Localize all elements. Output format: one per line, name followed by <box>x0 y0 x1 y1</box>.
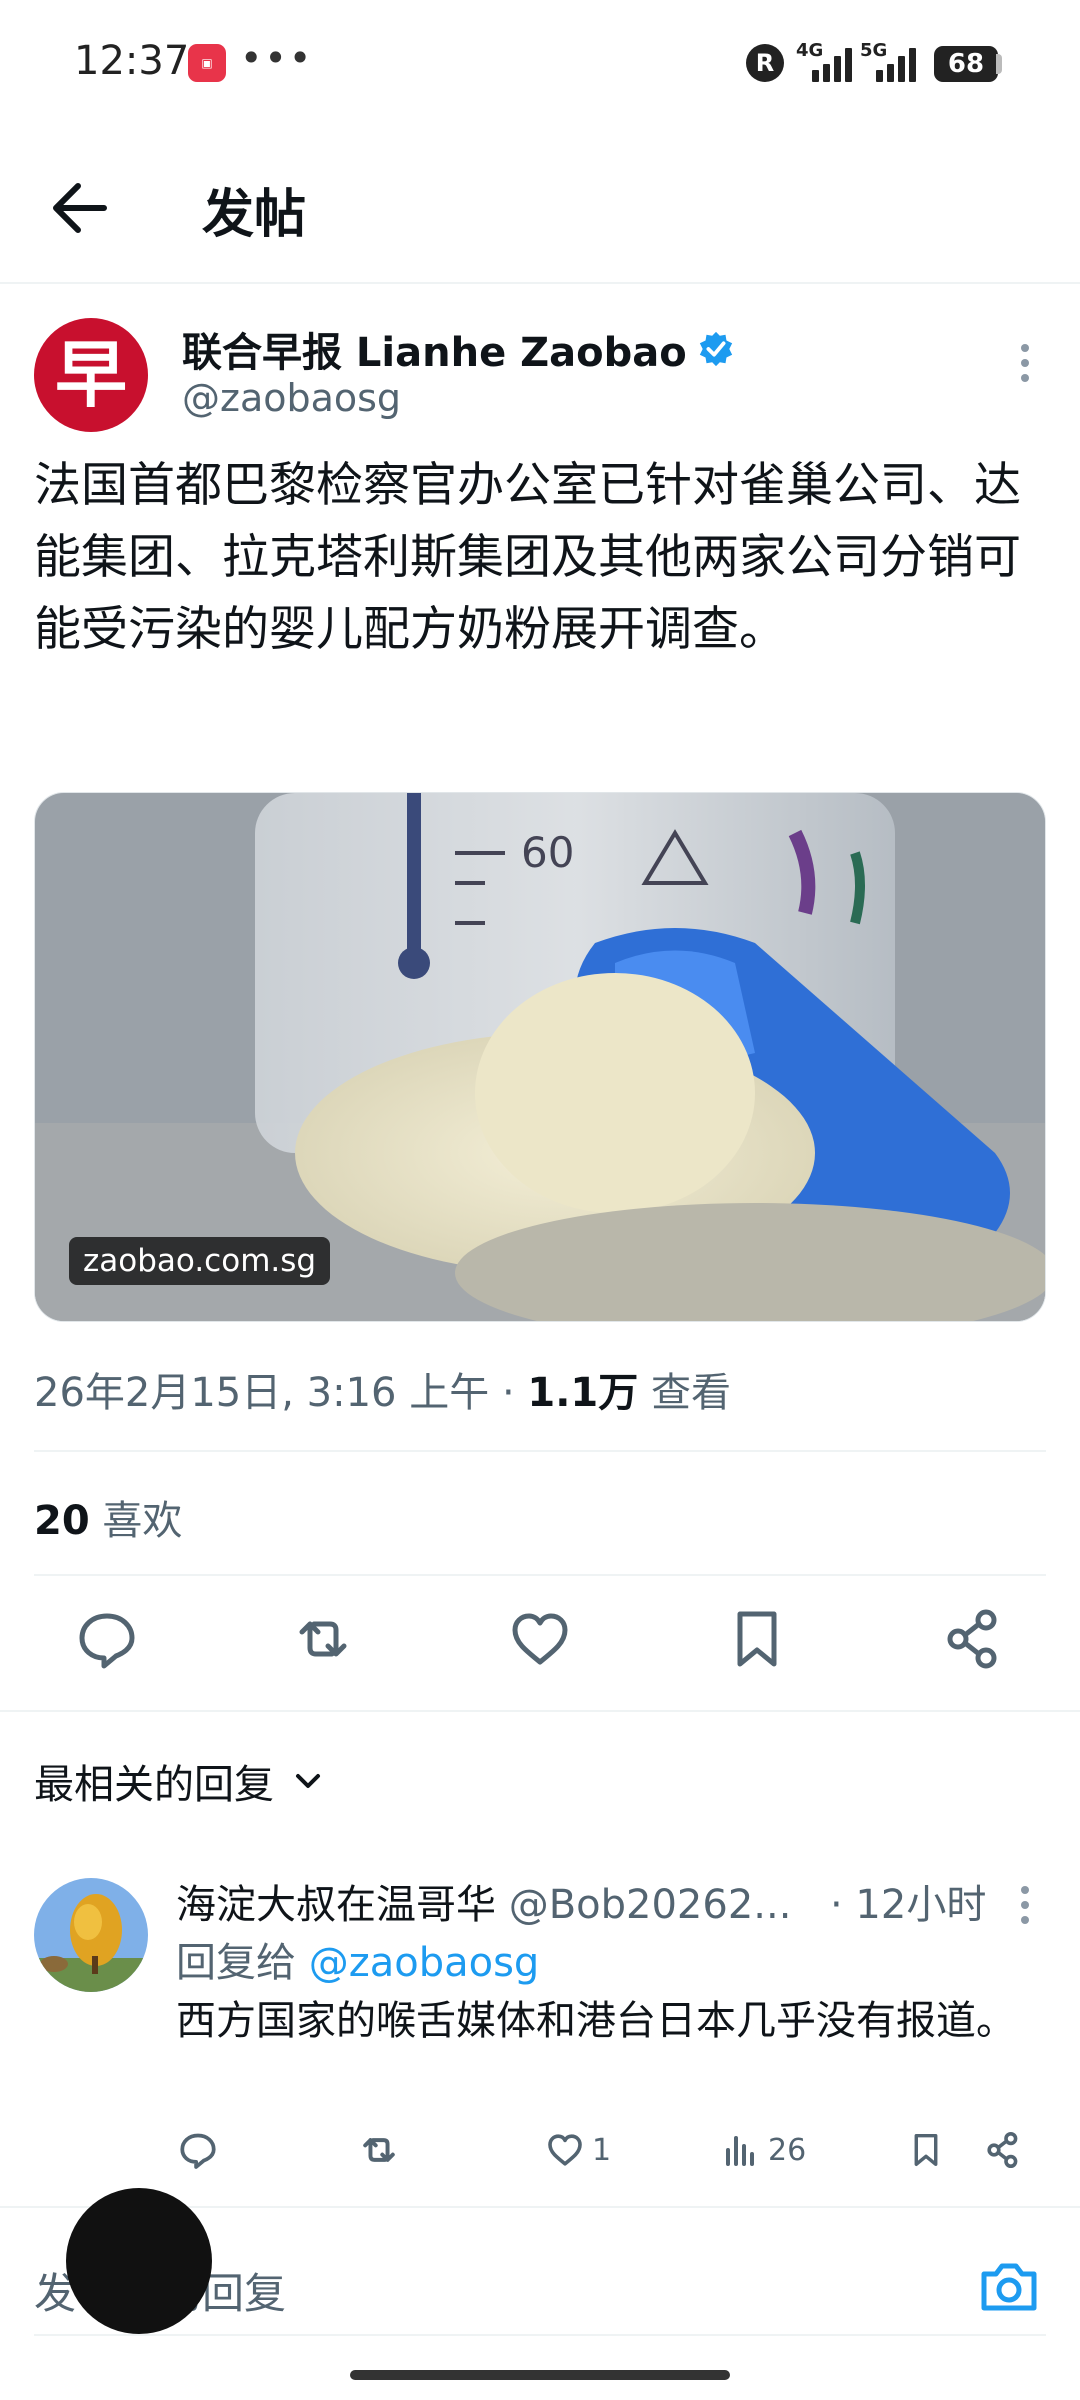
verified-badge-icon <box>699 331 732 367</box>
reply-avatar[interactable] <box>34 1878 148 1992</box>
back-arrow-icon[interactable] <box>44 176 114 240</box>
reply-bookmark-icon[interactable] <box>906 2122 946 2178</box>
reply-more-options-icon[interactable] <box>1010 1880 1040 1930</box>
page-title: 发帖 <box>202 185 307 245</box>
battery-tip <box>996 54 1002 74</box>
post-image[interactable]: 60 zaobao.com.sg <box>34 792 1046 1322</box>
status-bar: 12:37 ▣ ••• R 4G 5G 68 <box>0 0 1080 130</box>
reply-icon[interactable] <box>72 1604 142 1674</box>
xiaohongshu-app-icon: ▣ <box>188 44 226 82</box>
signal-4g-icon <box>812 46 852 82</box>
divider <box>34 1450 1046 1452</box>
reply-to-line: 回复给 @zaobaosg <box>176 1930 539 1988</box>
author-avatar[interactable]: 早 <box>34 318 148 432</box>
likes-summary[interactable]: 20 喜欢 <box>34 1488 182 1546</box>
reply-to-handle[interactable]: @zaobaosg <box>309 1940 540 1986</box>
composer-underline <box>34 2334 1046 2336</box>
author-handle[interactable]: @zaobaosg <box>182 376 401 420</box>
chevron-down-icon <box>296 1774 320 1788</box>
likes-label: 喜欢 <box>102 1498 183 1544</box>
views-count: 1.1万 <box>527 1370 639 1416</box>
signal-5g-icon <box>876 46 916 82</box>
author-name-text: 联合早报 Lianhe Zaobao <box>182 330 687 376</box>
reply-timestamp: · 12小时 <box>830 1882 987 1928</box>
reply-share-icon[interactable] <box>982 2122 1024 2178</box>
likes-count: 20 <box>34 1498 90 1544</box>
floating-assistive-touch[interactable] <box>66 2188 212 2334</box>
post-text: 法国首都巴黎检察官办公室已针对雀巢公司、达能集团、拉克塔利斯集团及其他两家公司分… <box>34 458 1021 657</box>
divider <box>0 1710 1080 1712</box>
reply-like-count: 1 <box>592 2132 612 2168</box>
views-label: 查看 <box>650 1370 731 1416</box>
svg-text:60: 60 <box>521 828 574 877</box>
media-source-label: zaobao.com.sg <box>69 1237 331 1285</box>
author-name[interactable]: 联合早报 Lianhe Zaobao <box>182 320 735 378</box>
repost-icon[interactable] <box>288 1604 358 1674</box>
reply-like-button[interactable]: 1 <box>544 2122 611 2178</box>
share-icon[interactable] <box>938 1604 1008 1674</box>
reply-header[interactable]: 海淀大叔在温哥华 @Bob20262... <box>176 1872 791 1930</box>
views-chart-icon <box>726 2136 754 2166</box>
replies-sort-label: 最相关的回复 <box>34 1762 274 1808</box>
more-options-icon[interactable] <box>1010 338 1040 388</box>
bookmark-icon[interactable] <box>722 1604 792 1674</box>
post-date: 26年2月15日, 3:16 上午 <box>34 1370 490 1416</box>
home-indicator[interactable] <box>350 2370 730 2380</box>
meta-separator: · <box>501 1370 515 1416</box>
top-app-bar: 发帖 <box>0 130 1080 284</box>
status-time: 12:37 <box>74 38 190 84</box>
battery-icon: 68 <box>934 46 998 82</box>
like-heart-icon[interactable] <box>505 1604 575 1674</box>
reply-reply-icon[interactable] <box>176 2122 220 2178</box>
post-action-bar <box>0 1604 1080 1684</box>
reply-views-button[interactable]: 26 <box>722 2122 806 2178</box>
reply-action-bar: 1 26 <box>0 2122 1080 2182</box>
post-timestamp-views: 26年2月15日, 3:16 上午 · 1.1万 查看 <box>34 1360 731 1418</box>
reply-views-count: 26 <box>768 2132 807 2168</box>
reply-author-handle: @Bob20262... <box>508 1882 792 1928</box>
status-overflow-icon: ••• <box>240 36 314 80</box>
reply-repost-icon[interactable] <box>356 2122 402 2178</box>
reply-to-prefix: 回复给 <box>176 1940 296 1986</box>
replies-sort-dropdown[interactable]: 最相关的回复 <box>34 1752 324 1810</box>
camera-icon[interactable] <box>978 2258 1040 2316</box>
like-heart-icon <box>548 2134 582 2166</box>
r-badge-icon: R <box>746 44 784 82</box>
reply-author-name: 海淀大叔在温哥华 <box>176 1882 496 1928</box>
divider <box>34 1574 1046 1576</box>
reply-text: 西方国家的喉舌媒体和港台日本几乎没有报道。 <box>176 1998 1016 2044</box>
